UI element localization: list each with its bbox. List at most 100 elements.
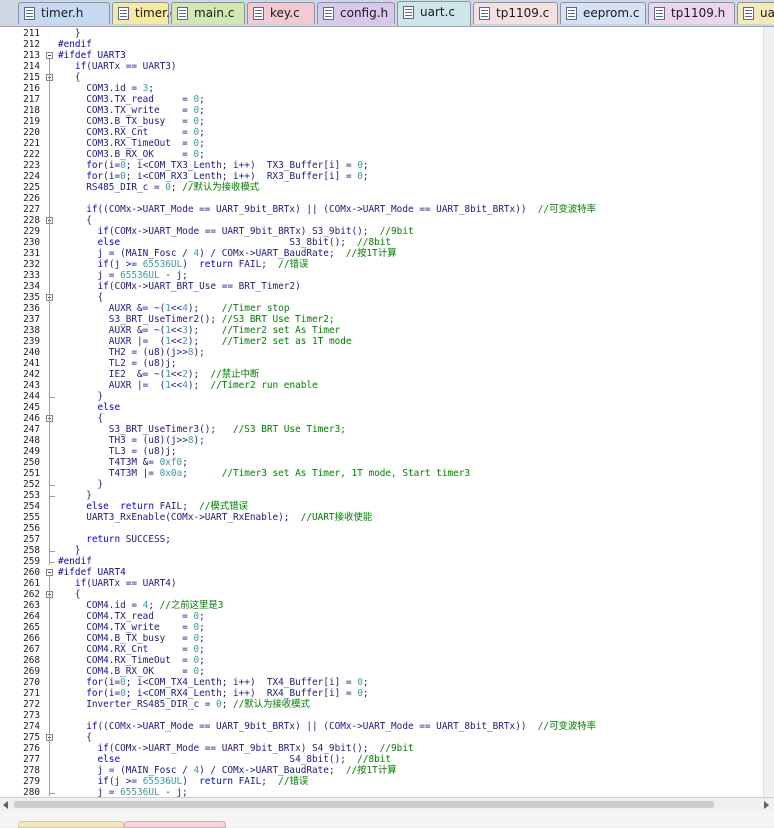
tab-timer-h[interactable]: timer.h (18, 2, 110, 24)
tab-uart-c[interactable]: uart.c (397, 1, 471, 26)
code-line[interactable]: 227 if((COMx->UART_Mode == UART_9bit_BRT… (0, 204, 763, 215)
line-number: 222 (23, 149, 40, 160)
code-line[interactable]: 264 COM4.TX_read = 0; (0, 611, 763, 622)
code-line[interactable]: 217 COM3.TX_read = 0; (0, 94, 763, 105)
code-line[interactable]: 226 (0, 193, 763, 204)
bottom-tab-2[interactable] (124, 821, 226, 828)
code-line[interactable]: 251 T4T3M |= 0x0a; //Timer3 set As Timer… (0, 468, 763, 479)
code-line[interactable]: 223 for(i=0; i<COM_TX3_Lenth; i++) TX3_B… (0, 160, 763, 171)
code-line[interactable]: 233 j = 65536UL - j; (0, 270, 763, 281)
code-line[interactable]: 278 j = (MAIN_Fosc / 4) / COMx->UART_Bau… (0, 765, 763, 776)
line-text: RS485_DIR_c = 0; //默认为接收模式 (58, 182, 260, 193)
line-text: for(i=0; i<COM_TX4_Lenth; i++) TX4_Buffe… (86, 677, 369, 688)
code-line[interactable]: 214 if(UARTx == UART3) (0, 61, 763, 72)
line-text: else return FAIL; //模式错误 (86, 501, 248, 512)
code-line[interactable]: 274 if((COMx->UART_Mode == UART_9bit_BRT… (0, 721, 763, 732)
tab-tp1109-h[interactable]: tp1109.h (648, 2, 735, 24)
code-line[interactable]: 240 TH2 = (u8)(j>>8); (0, 347, 763, 358)
vertical-scrollbar[interactable] (763, 27, 774, 797)
code-line[interactable]: 267 COM4.RX_Cnt = 0; (0, 644, 763, 655)
code-line[interactable]: 266 COM4.B_TX_busy = 0; (0, 633, 763, 644)
code-line[interactable]: 269 COM4.B_RX_OK = 0; (0, 666, 763, 677)
code-line[interactable]: 279 if(j >= 65536UL) return FAIL; //错误 (0, 776, 763, 787)
code-line[interactable]: 253 } (0, 490, 763, 501)
scroll-left-icon[interactable] (3, 801, 8, 809)
line-number: 274 (23, 721, 40, 732)
fold-toggle-icon[interactable] (46, 569, 53, 576)
code-line[interactable]: 241 TL2 = (u8)j; (0, 358, 763, 369)
code-line[interactable]: 256 (0, 523, 763, 534)
code-line[interactable]: 243 AUXR |= (1<<4); //Timer2 run enable (0, 380, 763, 391)
code-line[interactable]: 275 { (0, 732, 763, 743)
horizontal-scroll-thumb[interactable] (14, 801, 714, 808)
code-line[interactable]: 263 COM4.id = 4; //之前这里是3 (0, 600, 763, 611)
code-line[interactable]: 225 RS485_DIR_c = 0; //默认为接收模式 (0, 182, 763, 193)
tab-uar[interactable]: uar (737, 2, 774, 24)
code-line[interactable]: 259 #endif (0, 556, 763, 567)
code-line[interactable]: 238 AUXR &= ~(1<<3); //Timer2 set As Tim… (0, 325, 763, 336)
code-line[interactable]: 232 if(j >= 65536UL) return FAIL; //错误 (0, 259, 763, 270)
code-line[interactable]: 265 COM4.TX_write = 0; (0, 622, 763, 633)
tab-key-c[interactable]: key.c (247, 2, 315, 24)
code-line[interactable]: 224 for(i=0; i<COM_RX3_Lenth; i++) RX3_B… (0, 171, 763, 182)
code-line[interactable]: 248 TH3 = (u8)(j>>8); (0, 435, 763, 446)
line-number: 266 (23, 633, 40, 644)
code-editor[interactable]: 211 } 212 #endif 213 #ifdef UART3 214 if(UART… (0, 27, 763, 797)
code-line[interactable]: 273 (0, 710, 763, 721)
code-line[interactable]: 222 COM3.B_RX_OK = 0; (0, 149, 763, 160)
code-line[interactable]: 220 COM3.RX_Cnt = 0; (0, 127, 763, 138)
code-line[interactable]: 262 { (0, 589, 763, 600)
code-line[interactable]: 280 j = 65536UL - j; (0, 787, 763, 797)
tab-config-h[interactable]: config.h (317, 2, 395, 24)
line-number: 245 (23, 402, 40, 413)
code-line[interactable]: 271 for(i=0; i<COM_RX4_Lenth; i++) RX4_B… (0, 688, 763, 699)
code-line[interactable]: 270 for(i=0; i<COM_TX4_Lenth; i++) TX4_B… (0, 677, 763, 688)
code-line[interactable]: 239 AUXR |= (1<<2); //Timer2 set as 1T m… (0, 336, 763, 347)
code-line[interactable]: 235 { (0, 292, 763, 303)
code-line[interactable]: 215 { (0, 72, 763, 83)
line-number: 213 (23, 50, 40, 61)
scroll-right-icon[interactable] (764, 801, 769, 809)
code-line[interactable]: 216 COM3.id = 3; (0, 83, 763, 94)
code-line[interactable]: 229 if(COMx->UART_Mode == UART_9bit_BRTx… (0, 226, 763, 237)
code-line[interactable]: 218 COM3.TX_write = 0; (0, 105, 763, 116)
code-line[interactable]: 213 #ifdef UART3 (0, 50, 763, 61)
tab-main-c[interactable]: main.c (171, 2, 245, 24)
code-line[interactable]: 255 UART3_RxEnable(COMx->UART_RxEnable);… (0, 512, 763, 523)
code-line[interactable]: 272 Inverter_RS485_DIR_c = 0; //默认为接收模式 (0, 699, 763, 710)
code-line[interactable]: 242 IE2 &= ~(1<<2); //禁止中断 (0, 369, 763, 380)
fold-toggle-icon[interactable] (46, 52, 53, 59)
code-line[interactable]: 236 AUXR &= ~(1<<4); //Timer stop (0, 303, 763, 314)
code-line[interactable]: 244 } (0, 391, 763, 402)
code-line[interactable]: 219 COM3.B_TX_busy = 0; (0, 116, 763, 127)
code-line[interactable]: 249 TL3 = (u8)j; (0, 446, 763, 457)
code-line[interactable]: 261 if(UARTx == UART4) (0, 578, 763, 589)
code-line[interactable]: 252 } (0, 479, 763, 490)
code-line[interactable]: 276 if(COMx->UART_Mode == UART_9bit_BRTx… (0, 743, 763, 754)
line-number: 244 (23, 391, 40, 402)
code-line[interactable]: 254 else return FAIL; //模式错误 (0, 501, 763, 512)
tab-eeprom-c[interactable]: eeprom.c (560, 2, 646, 24)
code-line[interactable]: 234 if(COMx->UART_BRT_Use == BRT_Timer2) (0, 281, 763, 292)
horizontal-scrollbar[interactable] (0, 797, 774, 811)
code-line[interactable]: 260 #ifdef UART4 (0, 567, 763, 578)
code-line[interactable]: 245 else (0, 402, 763, 413)
code-line[interactable]: 258 } (0, 545, 763, 556)
code-line[interactable]: 230 else S3_8bit(); //8bit (0, 237, 763, 248)
code-line[interactable]: 246 { (0, 413, 763, 424)
tab-tp1109-c[interactable]: tp1109.c (473, 2, 558, 24)
line-text: } (58, 545, 81, 556)
code-line[interactable]: 277 else S4_8bit(); //8bit (0, 754, 763, 765)
tab-timer-c[interactable]: timer.c (112, 2, 176, 24)
code-line[interactable]: 250 T4T3M &= 0xf0; (0, 457, 763, 468)
code-line[interactable]: 237 S3_BRT_UseTimer2(); //S3 BRT Use Tim… (0, 314, 763, 325)
code-line[interactable]: 268 COM4.RX_TimeOut = 0; (0, 655, 763, 666)
code-line[interactable]: 212 #endif (0, 39, 763, 50)
code-line[interactable]: 247 S3_BRT_UseTimer3(); //S3 BRT Use Tim… (0, 424, 763, 435)
bottom-tab-1[interactable] (18, 821, 124, 828)
code-line[interactable]: 228 { (0, 215, 763, 226)
code-line[interactable]: 231 j = (MAIN_Fosc / 4) / COMx->UART_Bau… (0, 248, 763, 259)
code-line[interactable]: 211 } (0, 28, 763, 39)
code-line[interactable]: 221 COM3.RX_TimeOut = 0; (0, 138, 763, 149)
code-line[interactable]: 257 return SUCCESS; (0, 534, 763, 545)
